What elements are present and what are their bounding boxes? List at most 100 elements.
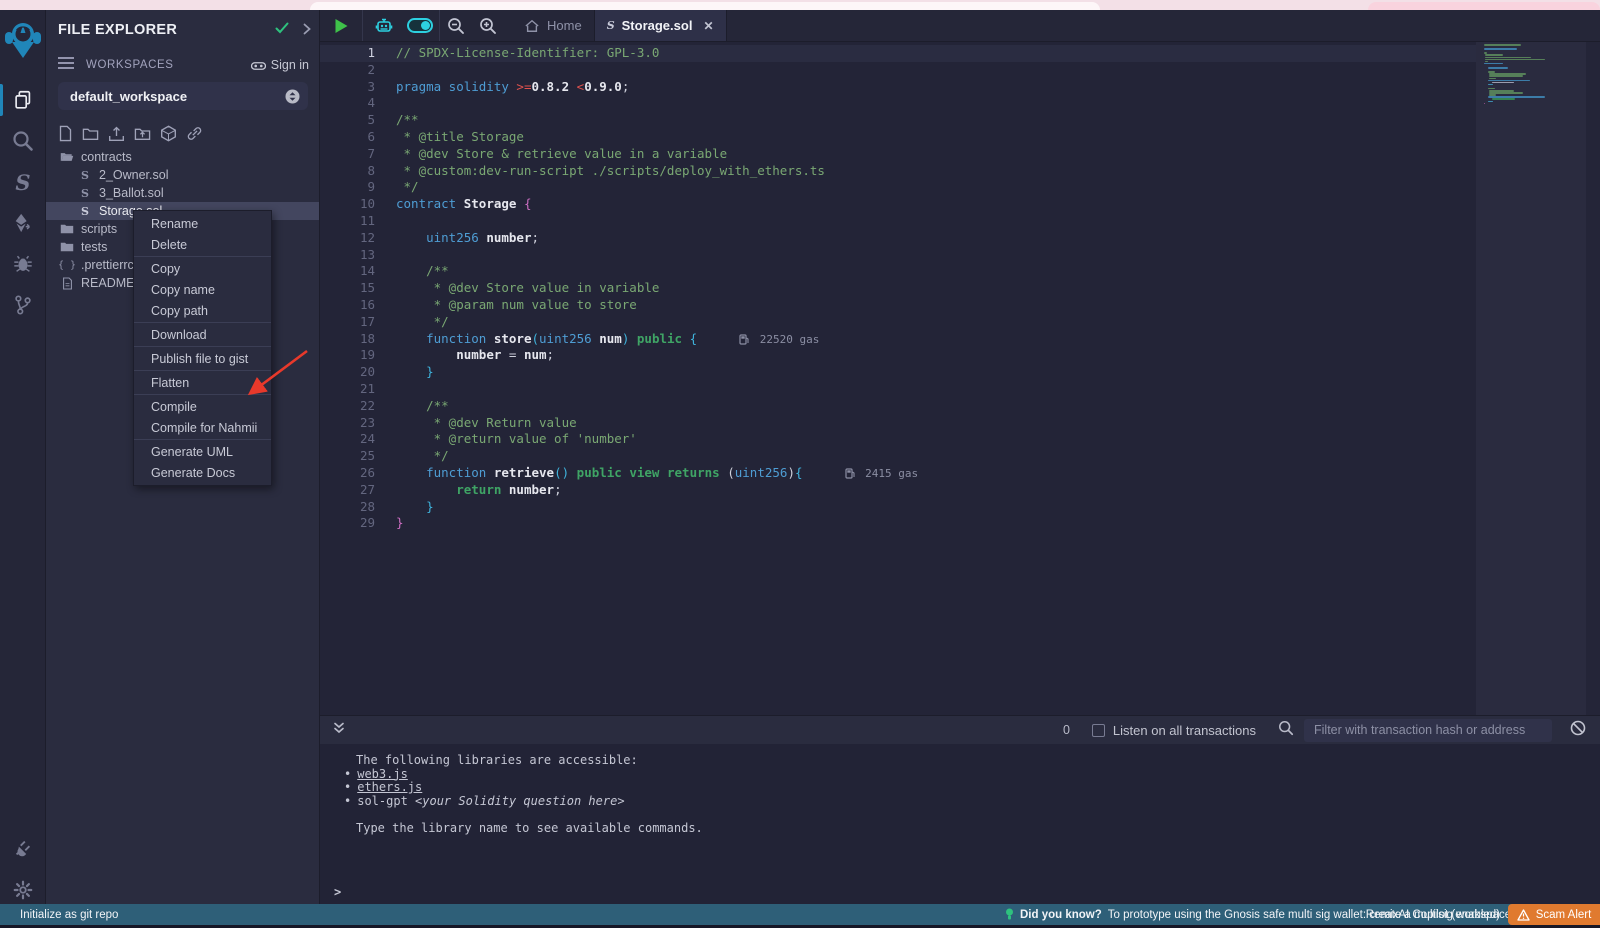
scam-alert-label: Scam Alert	[1536, 909, 1592, 921]
chevron-right-icon[interactable]	[303, 23, 311, 38]
context-menu-item-copy-name[interactable]: Copy name	[134, 279, 271, 300]
sol-icon: S	[78, 169, 92, 182]
icon-rail: S	[0, 10, 46, 925]
terminal-line	[334, 808, 1600, 822]
rail-item-deploy-and-run[interactable]	[0, 203, 46, 243]
editor-scrollbar[interactable]	[1586, 42, 1600, 715]
ai-copilot-icon[interactable]	[367, 10, 401, 41]
context-menu-item-generate-docs[interactable]: Generate Docs	[134, 462, 271, 483]
toggle-pill	[407, 18, 433, 33]
terminal-link[interactable]: web3.js	[357, 767, 408, 781]
terminal-line: The following libraries are accessible:	[334, 754, 1600, 768]
tree-item-2-owner-sol[interactable]: S 2_Owner.sol	[46, 166, 319, 184]
transaction-filter-input[interactable]	[1304, 719, 1552, 742]
tab-storage-sol[interactable]: S Storage.sol ✕	[594, 10, 727, 41]
context-menu-item-rename[interactable]: Rename	[134, 213, 271, 234]
tab-label: Storage.sol	[622, 18, 693, 33]
context-menu-separator	[134, 256, 271, 257]
file-icon	[60, 277, 74, 290]
context-menu-item-flatten[interactable]: Flatten	[134, 372, 271, 393]
lightbulb-icon	[1005, 908, 1014, 921]
context-menu-item-compile-for-nahmii[interactable]: Compile for Nahmii	[134, 417, 271, 438]
scam-alert-button[interactable]: Scam Alert	[1508, 904, 1600, 925]
rail-item-plugin-manager[interactable]	[0, 828, 46, 868]
tree-item-label: scripts	[81, 222, 117, 236]
copilot-status[interactable]: RemixAI Copilot (enabled)	[1366, 904, 1500, 925]
sign-in-button[interactable]: Sign in	[251, 58, 309, 72]
minimap[interactable]	[1476, 42, 1586, 715]
terminal-line: ethers.js	[334, 781, 1600, 795]
context-menu-item-delete[interactable]: Delete	[134, 234, 271, 255]
braces-icon: { }	[60, 260, 74, 271]
context-menu-item-compile[interactable]: Compile	[134, 396, 271, 417]
gas-estimate: 22520 gas	[739, 333, 819, 346]
terminal-text: Type the library name to see available c…	[356, 821, 703, 835]
rail-item-debugger[interactable]	[0, 244, 46, 284]
terminal-line: sol-gpt <your Solidity question here>	[334, 795, 1600, 809]
tip-title: Did you know?	[1020, 909, 1102, 921]
new-file-icon[interactable]	[58, 122, 73, 144]
solidity-compiler-icon: S	[15, 170, 30, 195]
publish-to-ipfs-icon[interactable]	[160, 122, 177, 144]
upload-file-icon[interactable]	[108, 122, 125, 144]
terminal-link[interactable]: ethers.js	[357, 780, 422, 794]
tree-item-contracts[interactable]: contracts	[46, 148, 319, 166]
terminal-expand-icon[interactable]	[332, 721, 346, 740]
gas-estimate: 2415 gas	[845, 467, 919, 480]
sol-icon: S	[78, 205, 92, 218]
search-icon	[12, 130, 34, 152]
rail-item-solidity-compiler[interactable]: S	[0, 162, 46, 202]
browser-chrome-strip	[0, 0, 1600, 10]
remix-logo-icon[interactable]	[3, 18, 43, 62]
workspace-spinner-icon[interactable]	[285, 89, 300, 104]
terminal-output[interactable]: The following libraries are accessible:w…	[320, 744, 1600, 904]
git-init-button[interactable]: Initialize as git repo	[20, 904, 118, 925]
listen-transactions-checkbox[interactable]	[1092, 724, 1105, 737]
file-context-menu: RenameDelete CopyCopy nameCopy path Downlo…	[133, 210, 272, 486]
workspace-select[interactable]: default_workspace	[58, 82, 308, 110]
workspace-selected-value: default_workspace	[70, 89, 187, 104]
editor-toolbar: Home S Storage.sol ✕	[320, 10, 1600, 42]
upload-folder-icon[interactable]	[134, 122, 151, 144]
github-icon	[251, 59, 266, 72]
tab-close-icon[interactable]: ✕	[703, 19, 713, 33]
clear-console-icon[interactable]	[1570, 720, 1586, 741]
run-script-button[interactable]	[320, 10, 362, 41]
tree-item-label: contracts	[81, 150, 132, 164]
zoom-out-icon[interactable]	[440, 10, 472, 41]
tab-label: Home	[547, 18, 582, 33]
check-icon	[275, 21, 289, 39]
context-menu-separator	[134, 439, 271, 440]
rail-item-git[interactable]	[0, 285, 46, 325]
workspaces-label: WORKSPACES	[86, 59, 174, 71]
terminal-header: 0 Listen on all transactions	[320, 715, 1600, 744]
sol-icon: S	[78, 187, 92, 200]
new-folder-icon[interactable]	[82, 122, 99, 144]
folder-open-icon	[60, 151, 74, 163]
rail-item-search[interactable]	[0, 121, 46, 161]
context-menu-item-generate-uml[interactable]: Generate UML	[134, 441, 271, 462]
context-menu-item-copy[interactable]: Copy	[134, 258, 271, 279]
rail-item-file-explorer[interactable]	[0, 80, 46, 120]
listen-transactions-label: Listen on all transactions	[1113, 723, 1256, 738]
import-from-url-icon[interactable]	[186, 122, 203, 144]
copilot-toggle[interactable]	[401, 10, 439, 41]
code-editor[interactable]: 1234567891011121314151617181920212223242…	[320, 42, 1600, 715]
context-menu-item-copy-path[interactable]: Copy path	[134, 300, 271, 321]
context-menu-item-download[interactable]: Download	[134, 324, 271, 345]
home-icon	[524, 19, 540, 33]
panel-title: FILE EXPLORER	[58, 22, 177, 38]
tree-item-label: 3_Ballot.sol	[99, 186, 164, 200]
context-menu-separator	[134, 370, 271, 371]
tree-item-label: 2_Owner.sol	[99, 168, 168, 182]
remix-ide-window: S FILE EXPLORER WORKSPACES Sign in defau…	[0, 0, 1600, 928]
folder-icon	[60, 241, 74, 253]
workspaces-menu-icon[interactable]	[58, 56, 76, 74]
sol-icon: S	[607, 19, 615, 32]
tree-item-3-ballot-sol[interactable]: S 3_Ballot.sol	[46, 184, 319, 202]
terminal-search-icon[interactable]	[1278, 720, 1294, 741]
tab-home[interactable]: Home	[512, 10, 594, 41]
terminal-prompt[interactable]: >	[334, 885, 341, 899]
context-menu-item-publish-file-to-gist[interactable]: Publish file to gist	[134, 348, 271, 369]
zoom-in-icon[interactable]	[472, 10, 504, 41]
